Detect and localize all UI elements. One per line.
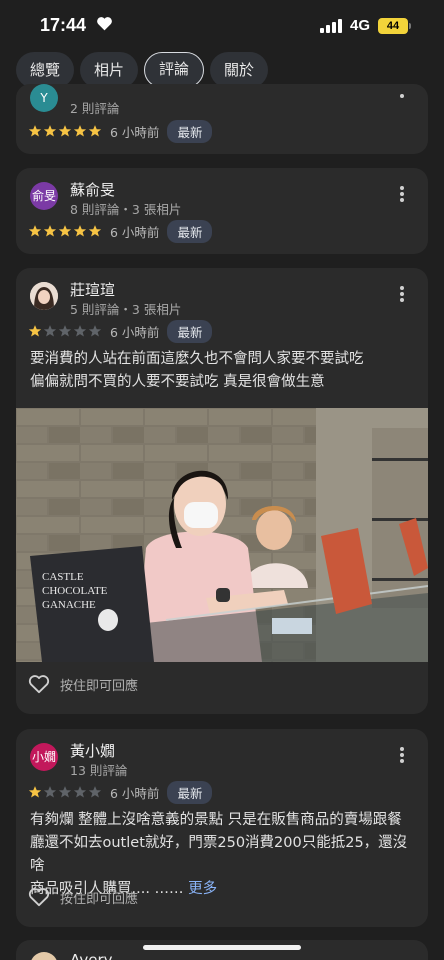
- star-filled-icon: [58, 225, 72, 237]
- newest-badge: 最新: [167, 219, 213, 243]
- review-card: 莊瑄瑄 5 則評論・3 張相片 6 小時前 最新 要消費的人站在前面這麼久也不會…: [16, 268, 428, 714]
- review-card: Avery: [16, 940, 428, 960]
- review-time: 6 小時前: [110, 124, 160, 140]
- star-filled-icon: [28, 786, 42, 798]
- rating-row: 6 小時前 最新: [28, 319, 213, 343]
- star-filled-icon: [43, 225, 57, 237]
- star-empty-icon: [88, 786, 102, 798]
- heart-outline-icon[interactable]: [28, 674, 50, 694]
- review-photo[interactable]: CASTLE CHOCOLATE GANACHE: [16, 408, 428, 662]
- status-time: 17:44: [40, 15, 87, 35]
- tab-overview[interactable]: 總覽: [16, 52, 75, 88]
- star-filled-icon: [28, 125, 42, 137]
- star-empty-icon: [73, 786, 87, 798]
- star-filled-icon: [88, 225, 102, 237]
- star-filled-icon: [43, 125, 57, 137]
- avatar-photo: [30, 282, 58, 310]
- tab-photos[interactable]: 相片: [80, 52, 139, 88]
- react-hint: 按住即可回應: [60, 891, 139, 907]
- rating-row: 6 小時前 最新: [28, 780, 213, 804]
- sign-line-3: GANACHE: [42, 599, 96, 611]
- home-indicator[interactable]: [143, 945, 301, 950]
- newest-badge: 最新: [167, 119, 213, 143]
- avatar[interactable]: [30, 952, 58, 960]
- more-options-button[interactable]: [390, 184, 414, 208]
- review-photo-image: CASTLE CHOCOLATE GANACHE: [16, 408, 428, 662]
- review-card: Y 2 則評論 6 小時前 最新: [16, 84, 428, 154]
- rating-row: 6 小時前 最新: [28, 119, 213, 143]
- newest-badge: 最新: [167, 319, 213, 343]
- heart-icon: [97, 17, 112, 31]
- star-empty-icon: [73, 325, 87, 337]
- star-empty-icon: [43, 786, 57, 798]
- star-filled-icon: [58, 125, 72, 137]
- review-text: 要消費的人站在前面這麼久也不會問人家要不要試吃 偏偏就問不買的人要不要試吃 真是…: [30, 351, 364, 390]
- react-hint: 按住即可回應: [60, 678, 139, 694]
- sign-line-2: CHOCOLATE: [42, 585, 108, 597]
- reviewer-name[interactable]: 蘇俞旻: [70, 179, 115, 200]
- avatar[interactable]: 小嫺: [30, 743, 58, 771]
- reviewer-meta: 8 則評論・3 張相片: [70, 202, 182, 217]
- star-rating: [28, 324, 102, 338]
- reviewer-meta: 2 則評論: [70, 101, 120, 116]
- more-options-button[interactable]: [390, 284, 414, 308]
- review-time: 6 小時前: [110, 324, 160, 340]
- read-more-link[interactable]: 更多: [188, 881, 217, 897]
- battery-icon: 44: [378, 18, 408, 34]
- star-empty-icon: [58, 786, 72, 798]
- newest-badge: 最新: [167, 780, 213, 804]
- avatar[interactable]: [30, 282, 58, 310]
- rating-row: 6 小時前 最新: [28, 219, 213, 243]
- star-filled-icon: [88, 125, 102, 137]
- reviewer-meta: 5 則評論・3 張相片: [70, 302, 182, 317]
- avatar[interactable]: 俞旻: [30, 182, 58, 210]
- star-filled-icon: [28, 225, 42, 237]
- review-time: 6 小時前: [110, 224, 160, 240]
- more-options-button[interactable]: [390, 84, 414, 108]
- like-row: 按住即可回應: [28, 887, 138, 907]
- reviewer-meta: 13 則評論: [70, 763, 128, 778]
- star-rating: [28, 124, 102, 138]
- reviewer-name[interactable]: 黃小嫺: [70, 740, 115, 761]
- more-options-button[interactable]: [390, 745, 414, 769]
- review-time: 6 小時前: [110, 785, 160, 801]
- star-filled-icon: [28, 325, 42, 337]
- signal-icon: [320, 19, 342, 33]
- heart-outline-icon[interactable]: [28, 887, 50, 907]
- battery-cap: [409, 23, 411, 29]
- status-bar: 17:44 4G 44: [0, 0, 444, 52]
- star-empty-icon: [58, 325, 72, 337]
- review-card: 小嫺 黃小嫺 13 則評論 6 小時前 最新 有夠爛 整體上沒啥意義的景點 只是…: [16, 729, 428, 927]
- tab-about[interactable]: 關於: [210, 52, 269, 88]
- avatar[interactable]: Y: [30, 84, 58, 112]
- network-type: 4G: [350, 17, 371, 34]
- star-filled-icon: [73, 225, 87, 237]
- tab-reviews[interactable]: 評論: [144, 52, 205, 88]
- sign-line-1: CASTLE: [42, 571, 84, 583]
- star-empty-icon: [43, 325, 57, 337]
- reviewer-name[interactable]: Avery: [70, 951, 113, 960]
- reviewer-name[interactable]: 莊瑄瑄: [70, 279, 115, 300]
- star-filled-icon: [73, 125, 87, 137]
- star-empty-icon: [88, 325, 102, 337]
- review-card: 俞旻 蘇俞旻 8 則評論・3 張相片 6 小時前 最新: [16, 168, 428, 254]
- star-rating: [28, 785, 102, 799]
- tab-bar: 總覽 相片 評論 關於: [16, 52, 269, 88]
- like-row: 按住即可回應: [28, 674, 138, 694]
- star-rating: [28, 224, 102, 238]
